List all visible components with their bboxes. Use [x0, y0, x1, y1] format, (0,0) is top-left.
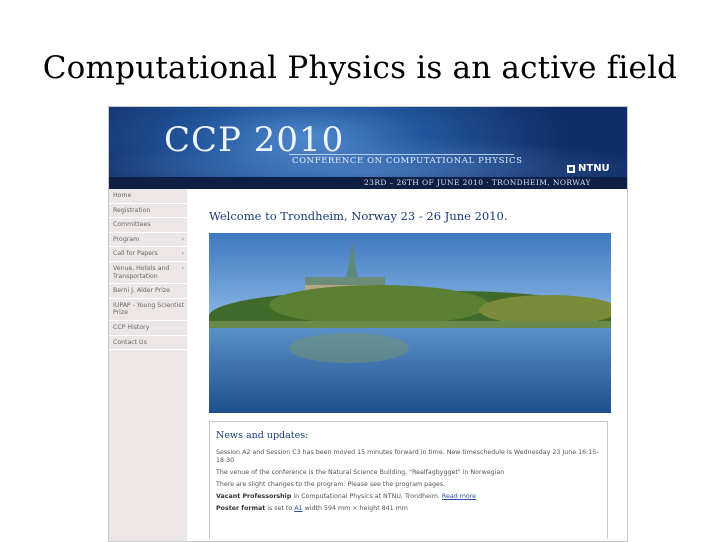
ntnu-logo-icon	[567, 164, 575, 173]
sidebar-item-label: Registration	[113, 206, 151, 214]
sidebar-item-registration[interactable]: Registration	[109, 204, 187, 219]
sidebar-item-contact-us[interactable]: Contact Us	[109, 336, 187, 351]
slide-title: Computational Physics is an active field	[42, 50, 678, 86]
sidebar-item-label: Program	[113, 235, 140, 243]
photo-trees-cluster	[269, 285, 489, 325]
sidebar-item-ccp-history[interactable]: CCP History	[109, 321, 187, 336]
website-screenshot: CCP 2010 CONFERENCE ON COMPUTATIONAL PHY…	[108, 106, 628, 542]
trondheim-photo	[209, 233, 611, 413]
sidebar-item-program[interactable]: Program ›	[109, 233, 187, 248]
banner-rule	[289, 154, 514, 155]
sidebar-item-label: Committees	[113, 221, 151, 229]
news-item: The venue of the conference is the Natur…	[216, 469, 505, 476]
ntnu-logo-text: NTNU	[578, 163, 610, 174]
news-item-text: width 594 mm × height 841 mm	[302, 505, 408, 512]
chevron-right-icon: ›	[181, 250, 184, 258]
sidebar-nav: Home Registration Committees Program › Ca…	[109, 189, 188, 541]
news-item: Session A2 and Session C3 has been moved…	[216, 449, 600, 464]
photo-reflection	[289, 333, 409, 363]
cathedral-spire	[346, 241, 358, 281]
photo-water	[209, 328, 611, 413]
main-content: Welcome to Trondheim, Norway 23 - 26 Jun…	[187, 189, 627, 541]
news-title: News and updates:	[216, 430, 309, 441]
news-item: Vacant Professorship in Computational Ph…	[216, 493, 601, 501]
news-item: There are slight changes to the program.…	[216, 481, 446, 488]
sidebar-item-label: Contact Us	[113, 338, 147, 346]
news-item-bold: Poster format	[216, 505, 266, 512]
welcome-heading: Welcome to Trondheim, Norway 23 - 26 Jun…	[209, 209, 508, 223]
sidebar-item-label: Venue, Hotels and Transportation	[113, 264, 170, 280]
sidebar-item-label: Home	[113, 192, 132, 199]
a1-link[interactable]: A1	[294, 505, 302, 512]
sidebar-item-venue[interactable]: Venue, Hotels and Transportation ›	[109, 262, 187, 285]
sidebar-item-label: IUPAP - Young Scientist Prize	[113, 301, 184, 317]
sidebar-item-label: Berni J. Alder Prize	[113, 287, 170, 295]
banner-subtitle: CONFERENCE ON COMPUTATIONAL PHYSICS	[292, 156, 523, 166]
chevron-right-icon: ›	[181, 264, 184, 272]
read-more-link[interactable]: Read more	[442, 493, 476, 500]
news-item: Poster format is set to A1 width 594 mm …	[216, 505, 601, 513]
chevron-right-icon: ›	[181, 235, 184, 243]
date-bar-text: 23RD – 26TH OF JUNE 2010 · TRONDHEIM, NO…	[364, 178, 591, 187]
sidebar-item-call-for-papers[interactable]: Call for Papers ›	[109, 247, 187, 262]
sidebar-item-young-scientist-prize[interactable]: IUPAP - Young Scientist Prize	[109, 299, 187, 321]
news-item-text: in Computational Physics at NTNU, Trondh…	[291, 493, 442, 500]
sidebar-item-label: CCP History	[113, 323, 150, 331]
sidebar-item-home[interactable]: Home	[109, 189, 187, 204]
news-item-text: is set to	[265, 505, 295, 512]
sidebar-item-alder-prize[interactable]: Berni J. Alder Prize	[109, 284, 187, 299]
news-box: News and updates: Session A2 and Session…	[209, 421, 608, 539]
sidebar-item-label: Call for Papers	[113, 250, 158, 258]
sidebar-item-committees[interactable]: Committees	[109, 218, 187, 233]
news-item-bold: Vacant Professorship	[216, 493, 292, 500]
ntnu-logo[interactable]: NTNU	[567, 163, 610, 174]
